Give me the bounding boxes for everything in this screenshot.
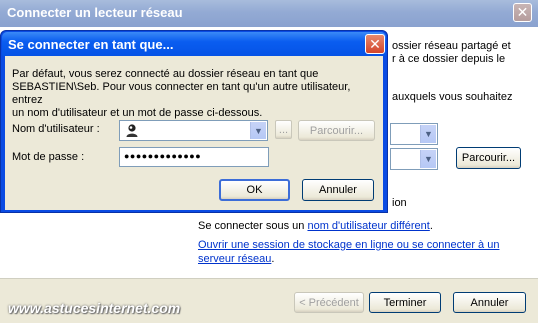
connect-as-line: Se connecter sous un nom d'utilisateur d… [198,220,433,232]
close-icon: ✕ [369,35,381,52]
storage-link-suffix: . [271,253,275,265]
password-value: ●●●●●●●●●●●●● [124,151,202,161]
dialog-body: Par défaut, vous serez connecté au dossi… [5,56,383,210]
connect-as-suffix: . [429,220,433,232]
dialog-title: Se connecter en tant que... [8,37,174,52]
connect-as-prefix: Se connecter sous un [198,220,308,232]
wizard-browse-button[interactable]: Parcourir... [456,147,521,169]
drive-select[interactable]: ▼ [390,123,438,145]
password-field[interactable]: ●●●●●●●●●●●●● [119,147,269,167]
wizard-title: Connecter un lecteur réseau [7,5,183,20]
ellipsis-button[interactable]: ... [275,120,292,139]
password-label: Mot de passe : [12,151,85,163]
connect-as-dialog: Se connecter en tant que... ✕ Par défaut… [0,30,388,213]
storage-link-block: Ouvrir une session de stockage en ligne … [198,238,499,266]
wizard-text-line2: auxquels vous souhaitez [392,91,513,103]
username-label: Nom d'utilisateur : [12,123,100,135]
ok-button[interactable]: OK [219,179,290,201]
dialog-close-button[interactable]: ✕ [365,34,385,54]
chevron-down-icon: ▼ [420,125,436,143]
previous-button[interactable]: < Précédent [294,292,364,313]
wizard-text-line1a: ossier réseau partagé et [392,40,511,52]
user-icon [125,123,139,141]
dialog-titlebar: Se connecter en tant que... ✕ [2,32,386,56]
dialog-cancel-button[interactable]: Annuler [302,179,374,201]
chevron-down-icon: ▼ [420,150,436,168]
description-line2: SEBASTIEN\Seb. Pour vous connecter en ta… [12,81,351,106]
dialog-description: Par défaut, vous serez connecté au dossi… [12,68,383,120]
wizard-text-line3: ion [392,197,407,209]
different-username-link[interactable]: nom d'utilisateur différent [307,220,429,232]
description-line1: Par défaut, vous serez connecté au dossi… [12,68,319,80]
wizard-titlebar: Connecter un lecteur réseau ✕ [0,0,538,27]
folder-select[interactable]: ▼ [390,148,438,170]
wizard-close-button[interactable]: ✕ [513,3,532,22]
close-icon: ✕ [516,4,529,20]
dialog-browse-button[interactable]: Parcourir... [298,120,375,141]
chevron-down-icon: ▼ [250,122,266,139]
storage-link-line1[interactable]: Ouvrir une session de stockage en ligne … [198,239,499,251]
finish-button[interactable]: Terminer [369,292,441,313]
wizard-text-line1b: r à ce dossier depuis le [392,53,506,65]
wizard-cancel-button[interactable]: Annuler [453,292,526,313]
watermark: www.astucesinternet.com [8,300,181,316]
storage-link-line2[interactable]: serveur réseau [198,253,271,265]
description-line3: un nom d'utilisateur et un mot de passe … [12,107,263,119]
username-combobox[interactable]: ▼ [119,120,268,141]
